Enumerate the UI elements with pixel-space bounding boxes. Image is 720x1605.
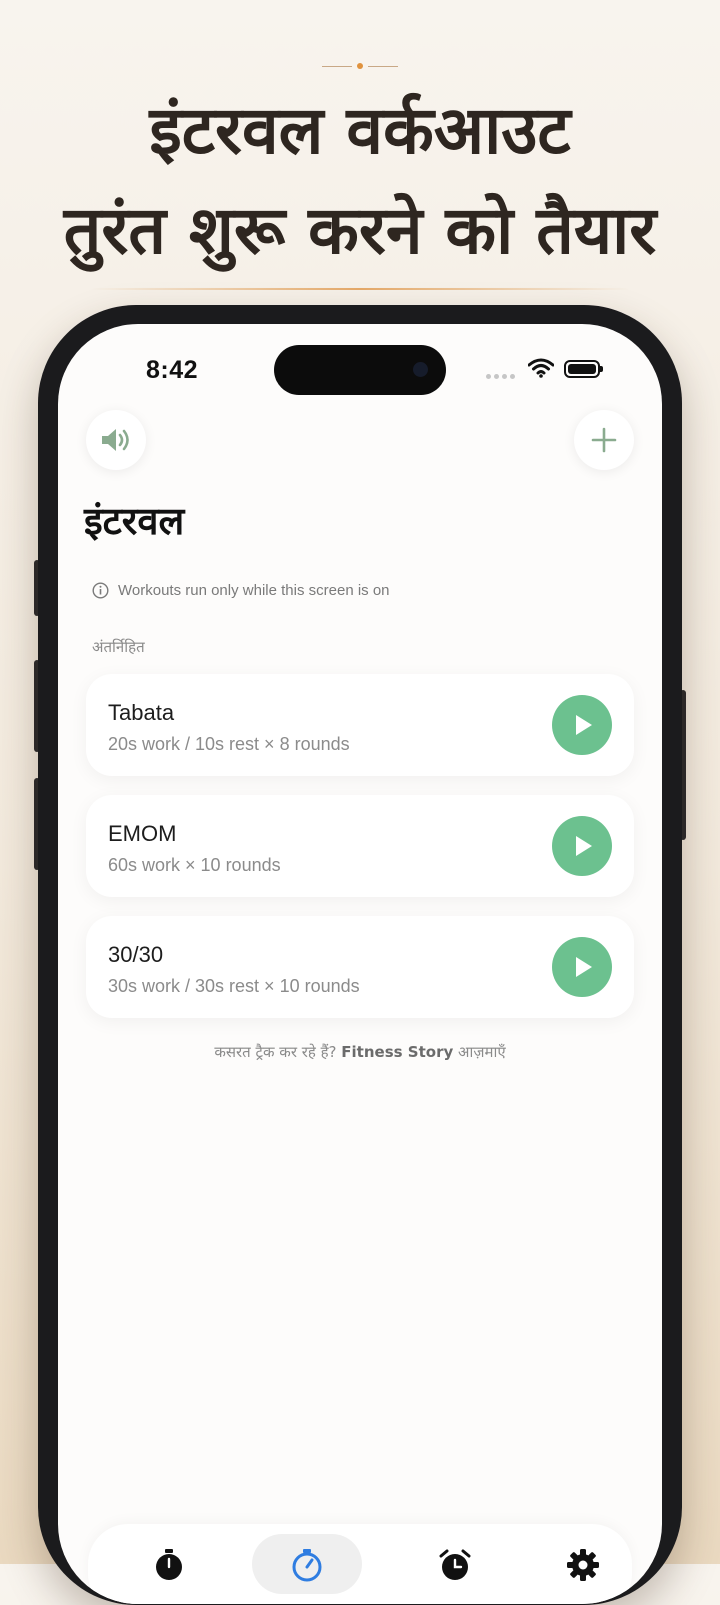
workout-card-tabata[interactable]: Tabata 20s work / 10s rest × 8 rounds [86, 674, 634, 776]
phone-screen: 8:42 इंटरवल Workouts run only while this… [58, 324, 662, 1604]
tab-settings[interactable] [528, 1534, 638, 1594]
workout-detail: 60s work × 10 rounds [108, 855, 281, 875]
status-time: 8:42 [146, 356, 199, 384]
workout-detail: 20s work / 10s rest × 8 rounds [108, 734, 350, 754]
play-icon [576, 715, 592, 735]
alarm-clock-icon [439, 1549, 471, 1580]
tab-alarm[interactable] [400, 1534, 510, 1594]
tab-bar [88, 1524, 632, 1604]
wifi-icon [528, 358, 554, 378]
add-workout-button[interactable] [574, 410, 634, 470]
cellular-signal-icon [486, 374, 518, 380]
workout-name: 30/30 [108, 942, 164, 967]
camera-dot [413, 362, 428, 377]
headline-line-2: तुरंत शुरू करने को तैयार [63, 192, 657, 269]
info-icon [92, 582, 109, 599]
workout-card-emom[interactable]: EMOM 60s work × 10 rounds [86, 795, 634, 897]
workout-card-30-30[interactable]: 30/30 30s work / 30s rest × 10 rounds [86, 916, 634, 1018]
battery-icon [564, 360, 603, 378]
dynamic-island [274, 345, 446, 395]
tab-interval[interactable] [252, 1534, 362, 1594]
workout-name: Tabata [108, 700, 175, 725]
header-ornament [322, 63, 398, 69]
notice-text: Workouts run only while this screen is o… [118, 582, 390, 599]
play-button-tabata[interactable] [552, 695, 612, 755]
interval-timer-icon [292, 1549, 322, 1582]
sound-toggle-button[interactable] [86, 410, 146, 470]
workout-detail: 30s work / 30s rest × 10 rounds [108, 976, 360, 996]
promo-suffix: आज़माएँ [453, 1043, 506, 1061]
headline-line-1: इंटरवल वर्कआउट [149, 92, 571, 169]
promo-link[interactable]: Fitness Story [341, 1043, 453, 1061]
play-icon [576, 836, 592, 856]
tab-stopwatch[interactable] [114, 1534, 224, 1594]
workout-name: EMOM [108, 821, 177, 846]
gear-icon [567, 1549, 599, 1581]
screen-on-notice: Workouts run only while this screen is o… [92, 582, 390, 599]
speaker-icon [102, 429, 129, 451]
play-button-emom[interactable] [552, 816, 612, 876]
headline-divider [90, 288, 630, 290]
play-button-30-30[interactable] [552, 937, 612, 997]
play-icon [576, 957, 592, 977]
promo-prefix: कसरत ट्रैक कर रहे हैं? [214, 1043, 342, 1061]
stopwatch-icon [156, 1549, 182, 1580]
fitness-story-promo[interactable]: कसरत ट्रैक कर रहे हैं? Fitness Story आज़… [58, 1042, 662, 1062]
plus-icon [591, 427, 617, 453]
page-title: इंटरवल [84, 499, 185, 543]
section-label-builtin: अंतर्निहित [92, 638, 145, 656]
